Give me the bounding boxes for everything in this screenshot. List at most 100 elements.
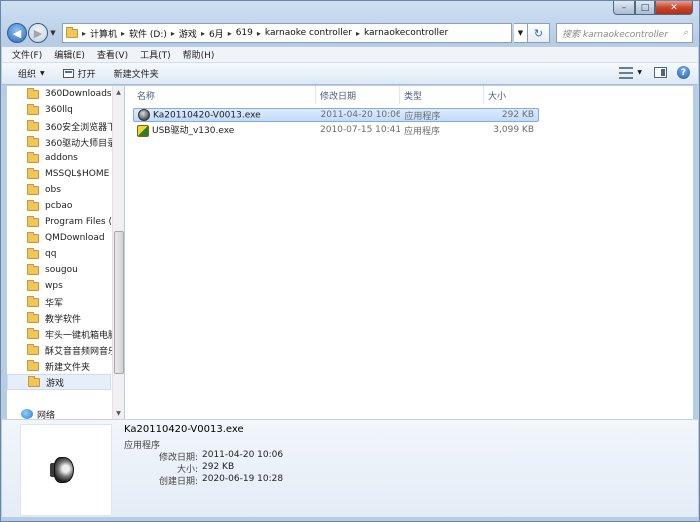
folder-icon <box>27 311 39 323</box>
breadcrumb-6[interactable]: ▸ karnaokecontroller <box>352 28 448 38</box>
file-size: 3,099 KB <box>493 125 534 135</box>
organize-button[interactable]: 组织 ▼ <box>18 67 45 80</box>
caption-buttons: – □ ✕ <box>613 1 693 15</box>
nav-folder-label: 教学软件 <box>45 314 82 325</box>
nav-folder-games[interactable]: 游戏 <box>7 374 111 390</box>
file-name-cell: USB驱动_v130.exe <box>133 123 316 137</box>
forward-button[interactable]: ▶ <box>28 23 48 43</box>
search-placeholder: 搜索 karnaokecontroller <box>562 29 668 40</box>
nav-folder-label: 华军 <box>45 298 64 309</box>
nav-folder-audio[interactable]: 酥艾音音频网音乐 <box>27 342 117 358</box>
folder-icon <box>27 167 39 179</box>
menu-file[interactable]: 文件(F) <box>12 48 42 61</box>
nav-network[interactable]: 网络 <box>21 406 55 419</box>
folder-icon <box>27 231 39 243</box>
view-details-icon[interactable] <box>619 66 634 79</box>
nav-folder-one-click[interactable]: 牢头一键机箱电脑 <box>27 326 117 342</box>
nav-folder-360llq[interactable]: 360llq <box>27 102 73 118</box>
nav-folder-label: 360Downloads <box>45 89 112 99</box>
command-bar: 组织 ▼ 打开 新建文件夹 ▼ ? <box>2 63 698 85</box>
menu-view[interactable]: 查看(V) <box>97 48 128 61</box>
nav-folder-program-files[interactable]: Program Files ( <box>27 214 112 230</box>
explorer-window: – □ ✕ ◀ ▶ ▼ ▸ 计算机 ▸ 软件 (D:) ▸ 游戏 ▸ 6月 ▸ 619 ▸… <box>0 0 700 522</box>
nav-folder-wps[interactable]: wps <box>27 278 63 294</box>
folder-icon <box>27 295 39 307</box>
nav-folder-huajun[interactable]: 华军 <box>27 294 63 310</box>
nav-folder-label: 新建文件夹 <box>45 362 91 373</box>
details-created-label: 创建日期: <box>158 477 198 487</box>
refresh-icon[interactable]: ↻ <box>528 23 550 43</box>
view-options-chevron-down-icon[interactable]: ▼ <box>637 69 642 76</box>
breadcrumb-3[interactable]: ▸ 6月 <box>197 27 224 40</box>
nav-folder-qmdownload[interactable]: QMDownload <box>27 230 105 246</box>
nav-folder-qq[interactable]: qq <box>27 246 56 262</box>
recent-pages-chevron-down-icon[interactable]: ▼ <box>48 29 58 37</box>
minimize-button[interactable]: – <box>613 1 635 15</box>
folder-icon <box>27 279 39 291</box>
nav-folder-360downloads[interactable]: 360Downloads <box>27 86 112 102</box>
nav-folder-mssql[interactable]: MSSQL$HOME <box>27 166 109 182</box>
nav-folder-label: 酥艾音音频网音乐 <box>45 346 118 357</box>
folder-icon <box>27 87 39 99</box>
nav-folder-label: sougou <box>45 265 78 275</box>
folder-icon <box>27 119 39 131</box>
back-button[interactable]: ◀ <box>7 23 27 43</box>
navigation-pane: 360Downloads 360llq 360安全浏览器下 360驱动大师目录 … <box>7 86 123 419</box>
file-name: USB驱动_v130.exe <box>152 126 235 137</box>
speaker-exe-icon <box>138 109 150 121</box>
new-folder-label: 新建文件夹 <box>113 70 159 80</box>
nav-folder-addons[interactable]: addons <box>27 150 78 166</box>
network-icon <box>21 409 33 419</box>
nav-folder-label: MSSQL$HOME <box>45 169 110 179</box>
breadcrumb-0[interactable]: ▸ 计算机 <box>78 27 117 40</box>
nav-folder-360-browser[interactable]: 360安全浏览器下 <box>27 118 116 134</box>
column-headers: 名称 修改日期 类型 大小 <box>133 86 538 104</box>
nav-folder-new-folder[interactable]: 新建文件夹 <box>27 358 90 374</box>
column-type[interactable]: 类型 <box>400 86 484 104</box>
scroll-thumb[interactable] <box>114 231 124 374</box>
folder-icon <box>27 343 39 355</box>
maximize-button[interactable]: □ <box>635 1 655 15</box>
folder-icon <box>27 151 39 163</box>
open-button[interactable]: 打开 <box>62 67 96 80</box>
nav-folder-label: qq <box>45 249 57 259</box>
nav-folder-sougou[interactable]: sougou <box>27 262 78 278</box>
breadcrumb-1[interactable]: ▸ 软件 (D:) <box>117 27 167 40</box>
nav-folder-teaching-software[interactable]: 教学软件 <box>27 310 81 326</box>
file-modified: 2010-07-15 10:41 <box>320 125 400 135</box>
close-button[interactable]: ✕ <box>655 1 693 15</box>
nav-folder-label: 360驱动大师目录 <box>45 138 117 149</box>
nav-scrollbar[interactable]: ▲ ▼ <box>112 86 124 419</box>
help-icon[interactable]: ? <box>677 66 690 79</box>
breadcrumb-5[interactable]: ▸ karnaoke controller <box>253 28 352 38</box>
scroll-down-icon[interactable]: ▼ <box>113 407 124 419</box>
speaker-icon <box>50 451 82 489</box>
preview-pane-icon[interactable] <box>654 67 667 78</box>
file-list: 名称 修改日期 类型 大小 Ka20110420-V0013.exe 2011-… <box>125 86 693 419</box>
nav-folder-label: Program Files ( <box>45 217 112 227</box>
menu-edit[interactable]: 编辑(E) <box>54 48 85 61</box>
column-size[interactable]: 大小 <box>484 86 538 104</box>
address-history-chevron-down-icon[interactable]: ▼ <box>514 23 528 43</box>
address-row: ◀ ▶ ▼ ▸ 计算机 ▸ 软件 (D:) ▸ 游戏 ▸ 6月 ▸ 619 ▸ karnao… <box>7 21 693 45</box>
file-row[interactable]: Ka20110420-V0013.exe 2011-04-20 10:06 应用… <box>133 108 539 122</box>
folder-icon <box>27 247 39 259</box>
nav-folder-obs[interactable]: obs <box>27 182 61 198</box>
menu-tools[interactable]: 工具(T) <box>140 48 171 61</box>
menu-help[interactable]: 帮助(H) <box>183 48 215 61</box>
nav-folder-360-driver[interactable]: 360驱动大师目录 <box>27 134 116 150</box>
scroll-up-icon[interactable]: ▲ <box>113 86 124 98</box>
column-name[interactable]: 名称 <box>133 86 316 104</box>
folder-icon <box>27 199 39 211</box>
address-bar[interactable]: ▸ 计算机 ▸ 软件 (D:) ▸ 游戏 ▸ 6月 ▸ 619 ▸ karnaoke con… <box>62 23 512 43</box>
nav-folder-label: 游戏 <box>46 378 65 389</box>
search-input[interactable]: 搜索 karnaokecontroller ⌕ <box>556 23 693 43</box>
file-modified: 2011-04-20 10:06 <box>320 110 401 120</box>
breadcrumb-4[interactable]: ▸ 619 <box>224 28 253 38</box>
file-row[interactable]: USB驱动_v130.exe 2010-07-15 10:41 应用程序 3,0… <box>133 123 539 137</box>
new-folder-button[interactable]: 新建文件夹 <box>114 67 159 80</box>
nav-folder-label: obs <box>45 185 61 195</box>
breadcrumb-2[interactable]: ▸ 游戏 <box>167 27 197 40</box>
column-modified[interactable]: 修改日期 <box>316 86 400 104</box>
nav-folder-pcbao[interactable]: pcbao <box>27 198 72 214</box>
